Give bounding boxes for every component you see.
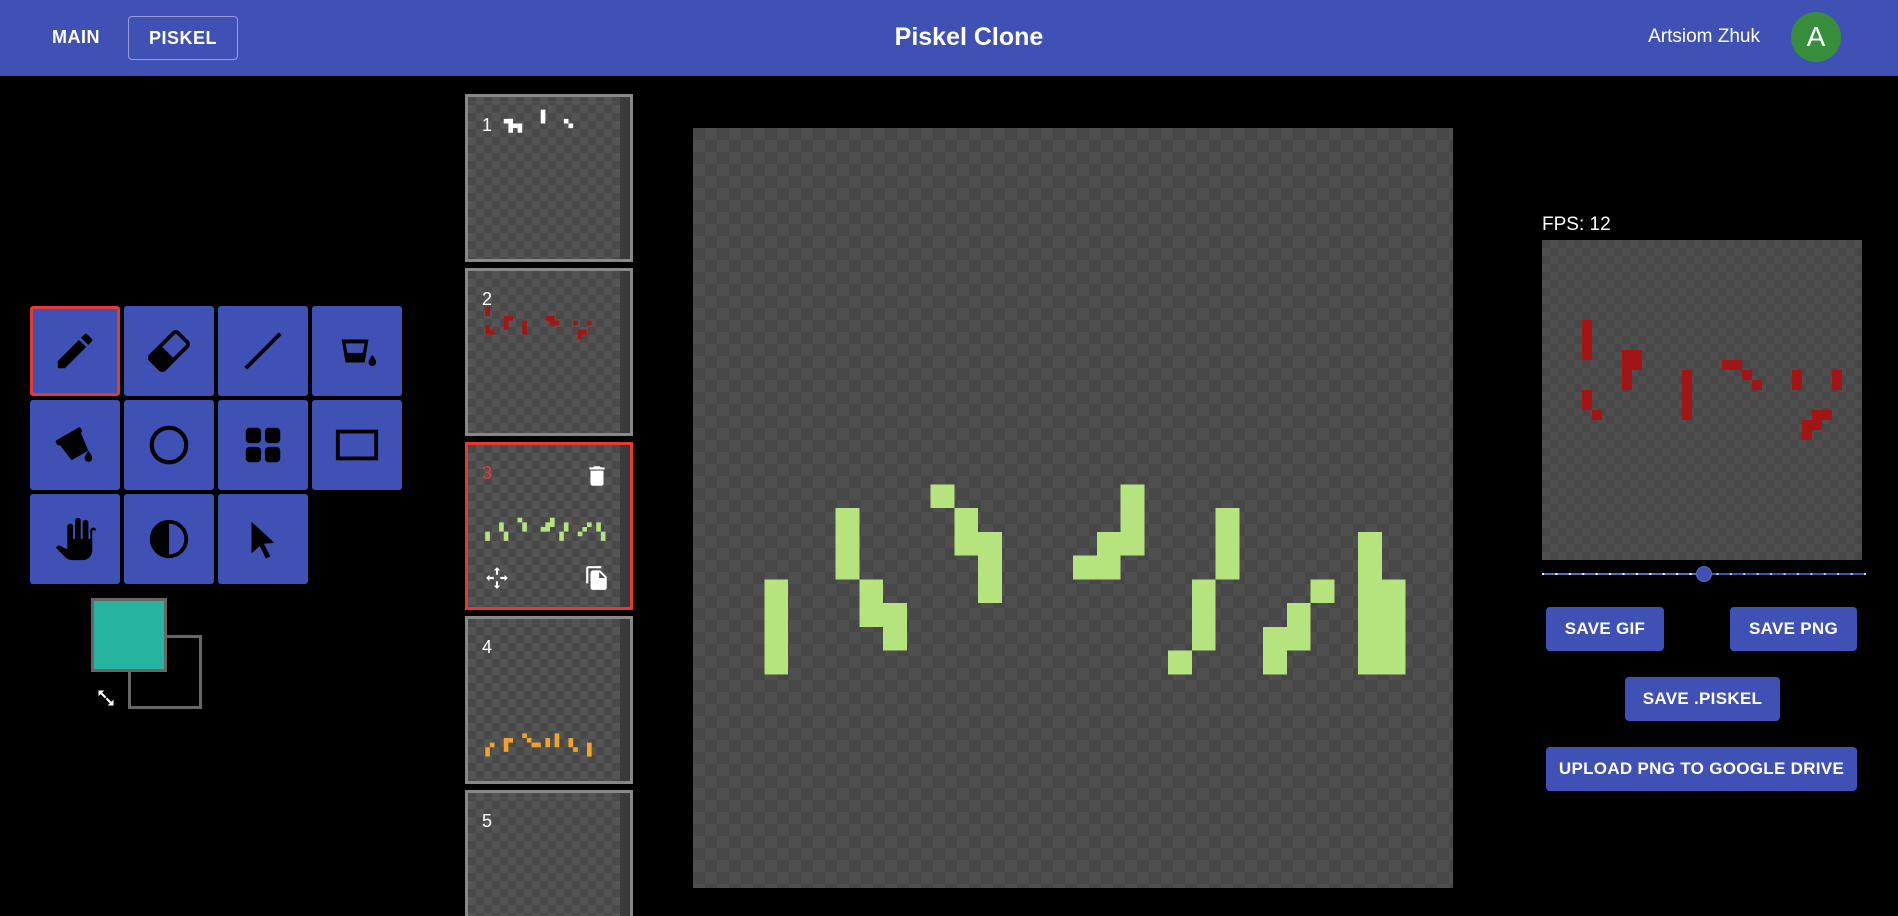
eraser-icon [147, 329, 191, 373]
frame-scrollbar [620, 271, 630, 433]
slider-tick [1568, 573, 1571, 575]
slider-tick [1783, 573, 1786, 575]
tool-line[interactable] [218, 306, 308, 396]
slider-tick [1850, 573, 1853, 575]
slider-tick [1622, 573, 1625, 575]
delete-frame-icon[interactable] [584, 463, 610, 489]
frame-scrollbar [620, 445, 630, 607]
frame-number: 5 [482, 811, 493, 831]
slider-tick [1823, 573, 1826, 575]
animation-preview [1542, 240, 1862, 560]
tool-lighten[interactable] [124, 494, 214, 584]
fps-label: FPS: 12 [1542, 214, 1611, 235]
frame-thumbnail [485, 306, 592, 340]
app-title: Piskel Clone [894, 23, 1044, 51]
frame-item-3[interactable]: 3 [465, 442, 633, 610]
slider-tick [1729, 573, 1732, 575]
slider-tick [1635, 573, 1638, 575]
canvas-pixels [764, 484, 1406, 675]
tool-same-pixels[interactable] [218, 400, 308, 490]
tool-move[interactable] [30, 494, 120, 584]
slider-tick [1837, 573, 1840, 575]
frame-scrollbar [620, 619, 630, 781]
slider-tick [1649, 573, 1652, 575]
cursor-icon [251, 521, 275, 559]
slider-thumb[interactable] [1696, 566, 1712, 582]
frame-number: 3 [482, 463, 493, 483]
slider-tick [1810, 573, 1813, 575]
grid-icon [245, 427, 281, 463]
circle-icon [149, 425, 189, 465]
frame-scrollbar [620, 97, 630, 259]
frame-thumbnail [503, 109, 574, 133]
frame-item-4[interactable]: 4 [465, 616, 633, 784]
slider-tick [1864, 573, 1866, 575]
paint-all-bucket-icon [55, 427, 93, 462]
frame-item-1[interactable]: 1 [465, 94, 633, 262]
tool-rectangle[interactable] [312, 400, 402, 490]
slider-tick [1770, 573, 1773, 575]
tool-circle[interactable] [124, 400, 214, 490]
frame-item-2[interactable]: 2 [465, 268, 633, 436]
frame-thumbnail [485, 733, 592, 757]
slider-tick [1555, 573, 1558, 575]
pencil-icon [57, 333, 93, 369]
tool-select[interactable] [218, 494, 308, 584]
frame-number: 4 [482, 637, 493, 657]
frame-item-5[interactable]: 5 [465, 790, 633, 916]
frame-scrollbar [620, 793, 630, 916]
save-piskel-button[interactable]: SAVE .PISKEL [1625, 677, 1780, 721]
drag-frame-icon[interactable] [484, 565, 510, 591]
avatar[interactable]: A [1791, 12, 1841, 62]
fps-slider[interactable] [1542, 566, 1866, 582]
swap-colors-icon[interactable] [96, 688, 116, 708]
frame-number: 2 [482, 289, 493, 309]
save-png-button[interactable]: SAVE PNG [1730, 607, 1857, 651]
slider-tick [1689, 573, 1692, 575]
frames-list: 1 2 3 4 5 [465, 94, 633, 916]
tool-paint-all[interactable] [30, 400, 120, 490]
slider-tick [1743, 573, 1746, 575]
user-name: Artsiom Zhuk [1648, 26, 1760, 47]
primary-color-swatch[interactable] [91, 598, 167, 672]
preview-pixels [1582, 320, 1842, 440]
line-icon [244, 332, 282, 370]
rectangle-icon [335, 429, 379, 461]
frame-number: 1 [482, 115, 493, 135]
hand-icon [55, 517, 97, 561]
drawing-canvas[interactable] [693, 128, 1453, 888]
tool-eraser[interactable] [124, 306, 214, 396]
slider-tick [1796, 573, 1799, 575]
slider-tick [1676, 573, 1679, 575]
slider-tick [1582, 573, 1585, 575]
paint-bucket-icon [341, 339, 377, 366]
tool-paint-bucket[interactable] [312, 306, 402, 396]
slider-tick [1662, 573, 1665, 575]
tool-pencil[interactable] [30, 306, 120, 396]
app-header: MAIN PISKEL Piskel Clone Artsiom Zhuk A [0, 0, 1898, 76]
slider-tick [1756, 573, 1759, 575]
slider-tick [1595, 573, 1598, 575]
slider-tick [1542, 573, 1544, 575]
lighten-darken-icon [149, 519, 189, 559]
save-gif-button[interactable]: SAVE GIF [1546, 607, 1664, 651]
slider-tick [1716, 573, 1719, 575]
upload-drive-button[interactable]: UPLOAD PNG TO GOOGLE DRIVE [1546, 747, 1857, 791]
slider-tick [1609, 573, 1612, 575]
duplicate-frame-icon[interactable] [584, 565, 610, 591]
